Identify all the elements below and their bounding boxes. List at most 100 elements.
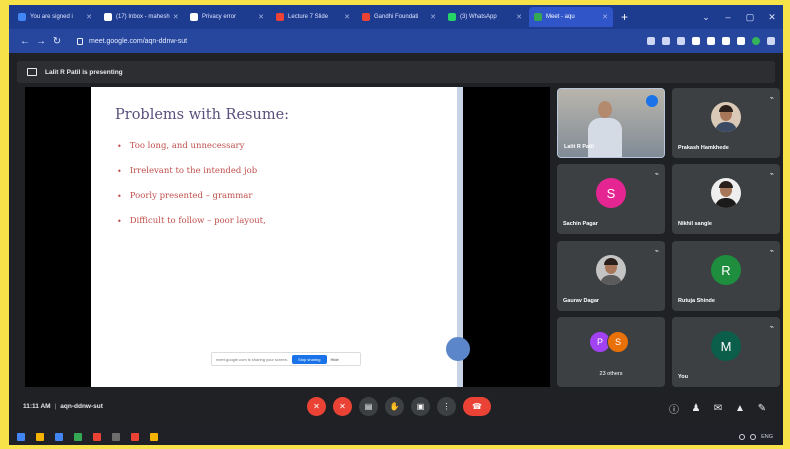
screenshot-frame: You are signed i ✕ (17) Inbox - mahesh ✕ P… bbox=[0, 0, 790, 449]
avatar bbox=[711, 102, 741, 132]
side-panel-controls: ⓘ ♟ ✉ ▲ ✎ bbox=[663, 401, 773, 416]
mic-off-icon: ⌁ bbox=[654, 171, 659, 178]
present-button[interactable]: ▣ bbox=[411, 397, 430, 416]
chat-icon[interactable]: ✉ bbox=[707, 403, 729, 414]
taskbar-app-icon[interactable] bbox=[150, 433, 158, 441]
close-tab-icon[interactable]: ✕ bbox=[599, 13, 608, 21]
taskbar-app-icon[interactable] bbox=[55, 433, 63, 441]
browser-tab[interactable]: Gandhi Foundati ✕ bbox=[357, 7, 441, 27]
slide-bullet: • Poorly presented – grammar bbox=[117, 191, 266, 201]
close-window-icon[interactable]: ✕ bbox=[761, 12, 783, 23]
participant-name: Nikhil sangle bbox=[678, 221, 712, 227]
profile-avatar[interactable] bbox=[752, 37, 760, 45]
participant-tile-lalit[interactable]: Lalit R Patil bbox=[557, 88, 665, 158]
participant-name: Gaurav Dagar bbox=[563, 298, 600, 304]
bookmark-star-icon[interactable] bbox=[677, 37, 685, 45]
volume-icon[interactable] bbox=[750, 434, 757, 440]
participant-name: You bbox=[678, 374, 688, 380]
participant-tile-nikhil[interactable]: ⌁ Nikhil sangle bbox=[672, 164, 780, 234]
mic-button[interactable]: ✕ bbox=[307, 397, 326, 416]
end-call-button[interactable]: ☎ bbox=[463, 397, 491, 416]
taskbar-app-icon[interactable] bbox=[93, 433, 101, 441]
extension-icon[interactable] bbox=[707, 37, 715, 45]
back-icon[interactable]: ← bbox=[17, 36, 33, 47]
camera-permission-icon[interactable] bbox=[647, 37, 655, 45]
slide-bullet-text: Too long, and unnecessary bbox=[129, 141, 245, 151]
powerpoint-icon[interactable] bbox=[131, 433, 139, 441]
participant-tile-rutuja[interactable]: ⌁ R Rutuja Shinde bbox=[672, 241, 780, 311]
taskbar-app-icon[interactable] bbox=[112, 433, 120, 441]
presenting-banner: Lalit R Patil is presenting bbox=[17, 61, 775, 83]
slide-bullet-text: Poorly presented – grammar bbox=[129, 191, 253, 201]
start-icon[interactable] bbox=[17, 433, 25, 441]
file-explorer-icon[interactable] bbox=[36, 433, 44, 441]
close-tab-icon[interactable]: ✕ bbox=[255, 13, 264, 21]
tab-favicon-icon bbox=[362, 13, 370, 21]
bullet-glyph: • bbox=[117, 141, 122, 151]
lock-icon bbox=[77, 37, 83, 45]
new-tab-button[interactable]: + bbox=[621, 10, 635, 24]
divider: | bbox=[54, 403, 57, 410]
captions-button[interactable]: ▤ bbox=[359, 397, 378, 416]
meeting-details-icon[interactable]: ⓘ bbox=[663, 401, 685, 416]
shared-slide: Problems with Resume: • Too long, and unn… bbox=[91, 87, 470, 387]
desktop-screen: You are signed i ✕ (17) Inbox - mahesh ✕ P… bbox=[9, 5, 783, 445]
language-indicator[interactable]: ENG bbox=[761, 434, 773, 440]
url-field[interactable]: meet.google.com/aqn-ddnw-sut bbox=[71, 33, 631, 49]
stop-sharing-button[interactable]: Stop sharing bbox=[292, 354, 327, 364]
hand-icon: ✋ bbox=[389, 402, 400, 411]
extension-icon[interactable] bbox=[722, 37, 730, 45]
participant-tile-gaurav[interactable]: ⌁ Gaurav Dagar bbox=[557, 241, 665, 311]
participant-tile-others[interactable]: P S 23 others bbox=[557, 317, 665, 387]
hide-notice-button[interactable]: Hide bbox=[331, 357, 339, 362]
captions-icon: ▤ bbox=[364, 402, 373, 411]
tab-favicon-icon bbox=[18, 13, 26, 21]
tab-search-icon[interactable]: ⌄ bbox=[695, 12, 717, 23]
more-options-button[interactable]: ⋮ bbox=[437, 397, 456, 416]
close-tab-icon[interactable]: ✕ bbox=[427, 13, 436, 21]
network-icon[interactable] bbox=[739, 434, 746, 440]
close-tab-icon[interactable]: ✕ bbox=[341, 13, 350, 21]
extensions-area bbox=[640, 37, 775, 45]
sidebar-icon[interactable] bbox=[737, 37, 745, 45]
close-tab-icon[interactable]: ✕ bbox=[83, 13, 92, 21]
maximize-icon[interactable]: ▢ bbox=[739, 12, 761, 23]
tab-label: Lecture 7 Slide bbox=[288, 14, 329, 20]
participant-tile-sachin[interactable]: ⌁ S Sachin Pagar bbox=[557, 164, 665, 234]
participant-name: Sachin Pagar bbox=[563, 221, 598, 227]
browser-menu-icon[interactable] bbox=[767, 37, 775, 45]
present-icon: ▣ bbox=[416, 402, 425, 411]
pin-icon[interactable] bbox=[646, 95, 658, 107]
browser-address-bar: ← → ↻ meet.google.com/aqn-ddnw-sut bbox=[9, 29, 783, 53]
close-tab-icon[interactable]: ✕ bbox=[170, 13, 179, 21]
browser-tab[interactable]: (17) Inbox - mahesh ✕ bbox=[99, 7, 183, 27]
raise-hand-button[interactable]: ✋ bbox=[385, 397, 404, 416]
forward-icon[interactable]: → bbox=[33, 36, 49, 47]
activities-icon[interactable]: ▲ bbox=[729, 403, 751, 414]
chrome-icon[interactable] bbox=[74, 433, 82, 441]
close-tab-icon[interactable]: ✕ bbox=[513, 13, 522, 21]
tab-label: Gandhi Foundati bbox=[374, 14, 419, 20]
slide-bullet: • Difficult to follow – poor layout, bbox=[117, 216, 266, 226]
reload-icon[interactable]: ↻ bbox=[49, 36, 65, 47]
presenter-bubble[interactable] bbox=[446, 337, 470, 361]
minimize-icon[interactable]: – bbox=[717, 12, 739, 23]
slide-bullet-text: Irrelevant to the intended job bbox=[129, 166, 258, 176]
extension-icon[interactable] bbox=[692, 37, 700, 45]
browser-tab[interactable]: Privacy error ✕ bbox=[185, 7, 269, 27]
camera-button[interactable]: ✕ bbox=[333, 397, 352, 416]
participant-name: Rutuja Shinde bbox=[678, 298, 715, 304]
participant-tile-prakash[interactable]: ⌁ Prakash Hamkhede bbox=[672, 88, 780, 158]
people-icon[interactable]: ♟ bbox=[685, 403, 707, 414]
share-icon[interactable] bbox=[662, 37, 670, 45]
browser-tab[interactable]: You are signed i ✕ bbox=[13, 7, 97, 27]
browser-tab-active[interactable]: Meet - aqu ✕ bbox=[529, 7, 613, 27]
mic-off-icon: ⌁ bbox=[769, 248, 774, 255]
browser-tab[interactable]: (3) WhatsApp ✕ bbox=[443, 7, 527, 27]
browser-tab[interactable]: Lecture 7 Slide ✕ bbox=[271, 7, 355, 27]
participant-tile-you[interactable]: ⌁ M You bbox=[672, 317, 780, 387]
slide-bullet-text: Difficult to follow – poor layout, bbox=[129, 216, 266, 226]
window-controls: ⌄ – ▢ ✕ bbox=[695, 12, 783, 23]
host-controls-icon[interactable]: ✎ bbox=[751, 403, 773, 414]
mic-off-icon: ⌁ bbox=[654, 248, 659, 255]
